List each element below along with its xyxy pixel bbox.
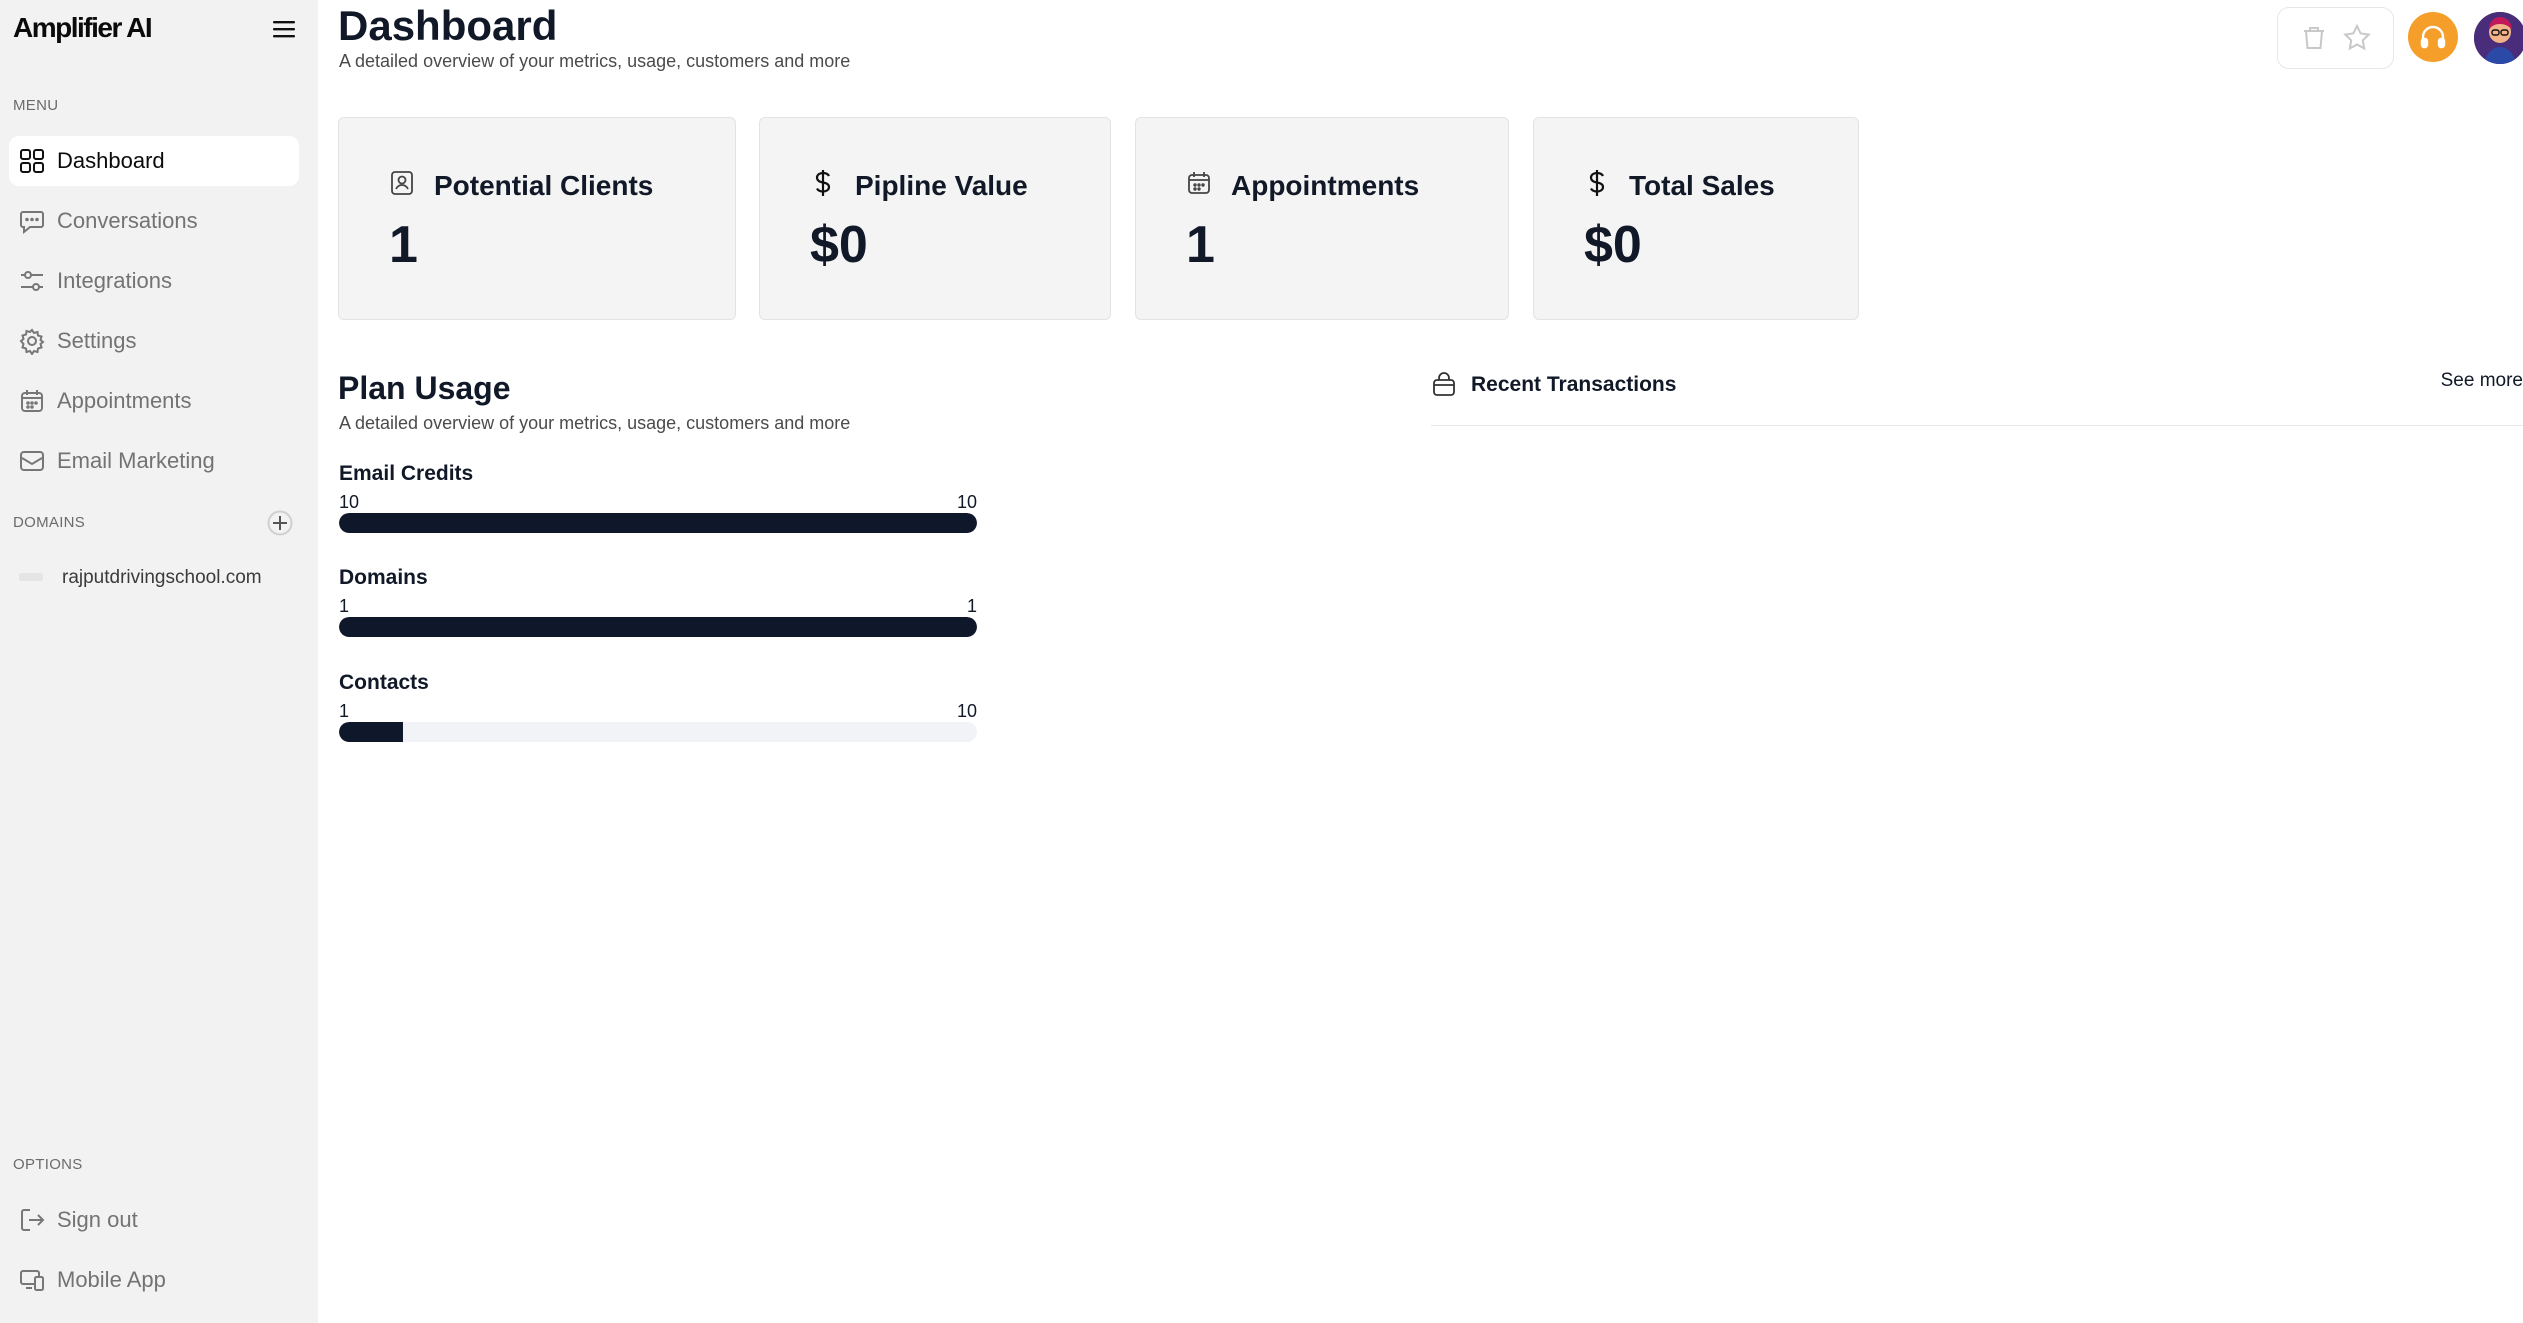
sidebar-item-label: Appointments bbox=[57, 388, 192, 413]
usage-label: Contacts bbox=[339, 671, 429, 694]
domain-favicon-icon bbox=[18, 570, 52, 587]
sliders-icon bbox=[16, 265, 48, 297]
stat-title: Potential Clients bbox=[434, 170, 654, 201]
trash-button[interactable] bbox=[2297, 21, 2331, 55]
stat-card-potential-clients: Potential Clients 1 bbox=[338, 117, 736, 320]
sidebar-item-label: Settings bbox=[57, 328, 137, 353]
plan-usage-title: Plan Usage bbox=[338, 370, 511, 406]
usage-progress-fill bbox=[339, 722, 403, 742]
sidebar: Amplifier AI MENU Dashboard Conversation… bbox=[0, 0, 318, 1323]
sidebar-item-label: Email Marketing bbox=[57, 448, 215, 473]
sidebar-item-settings[interactable]: Settings bbox=[9, 316, 299, 366]
usage-domains: Domains 1 1 bbox=[339, 566, 977, 637]
mail-icon bbox=[16, 445, 48, 477]
mobile-app-label: Mobile App bbox=[57, 1267, 166, 1292]
usage-email-credits: Email Credits 10 10 bbox=[339, 462, 977, 533]
app-logo[interactable]: Amplifier AI bbox=[13, 12, 153, 44]
domain-item[interactable]: rajputdrivingschool.com bbox=[18, 562, 262, 594]
menu-toggle-button[interactable] bbox=[270, 17, 298, 41]
hamburger-icon bbox=[273, 21, 295, 38]
stat-title: Pipline Value bbox=[855, 170, 1028, 201]
stat-value: 1 bbox=[389, 216, 418, 274]
user-badge-icon bbox=[387, 168, 417, 198]
calendar-icon bbox=[16, 385, 48, 417]
plan-usage-subtitle: A detailed overview of your metrics, usa… bbox=[339, 413, 851, 433]
recent-transactions-header: Recent Transactions See more bbox=[1431, 370, 2523, 426]
headphones-icon bbox=[2420, 25, 2446, 49]
sidebar-item-dashboard[interactable]: Dashboard bbox=[9, 136, 299, 186]
usage-progress-fill bbox=[339, 617, 977, 637]
plus-icon bbox=[267, 510, 293, 536]
recent-transactions-title: Recent Transactions bbox=[1471, 373, 1677, 396]
usage-progress-bar bbox=[339, 722, 977, 742]
shopping-bag-icon bbox=[1431, 372, 1457, 398]
usage-limit: 10 bbox=[956, 492, 977, 512]
chat-bubble-icon bbox=[16, 205, 48, 237]
devices-icon bbox=[16, 1264, 48, 1296]
dollar-icon bbox=[808, 168, 838, 198]
sidebar-item-email-marketing[interactable]: Email Marketing bbox=[9, 436, 299, 486]
sign-out-icon bbox=[16, 1204, 48, 1236]
star-button[interactable] bbox=[2340, 21, 2374, 55]
sidebar-item-conversations[interactable]: Conversations bbox=[9, 196, 299, 246]
stat-card-pipeline-value: Pipline Value $0 bbox=[759, 117, 1111, 320]
star-icon bbox=[2343, 23, 2372, 51]
sidebar-item-integrations[interactable]: Integrations bbox=[9, 256, 299, 306]
usage-label: Email Credits bbox=[339, 462, 474, 485]
trash-icon bbox=[2303, 27, 2324, 49]
menu-section-label: MENU bbox=[13, 97, 59, 114]
stat-card-appointments: Appointments 1 bbox=[1135, 117, 1509, 320]
usage-contacts: Contacts 1 10 bbox=[339, 671, 977, 742]
usage-used: 10 bbox=[339, 492, 360, 512]
stat-title: Appointments bbox=[1231, 170, 1420, 201]
page-subtitle: A detailed overview of your metrics, usa… bbox=[339, 51, 851, 71]
sign-out-label: Sign out bbox=[57, 1207, 138, 1232]
user-avatar-icon bbox=[2474, 12, 2523, 64]
options-section-label: OPTIONS bbox=[13, 1156, 83, 1173]
stat-value: $0 bbox=[1584, 216, 1642, 274]
usage-progress-fill bbox=[339, 513, 977, 533]
gear-icon bbox=[16, 325, 48, 357]
usage-label: Domains bbox=[339, 566, 428, 589]
sidebar-item-label: Conversations bbox=[57, 208, 198, 233]
usage-limit: 10 bbox=[956, 701, 977, 721]
usage-limit: 1 bbox=[966, 596, 977, 616]
usage-progress-bar bbox=[339, 617, 977, 637]
add-domain-button[interactable] bbox=[264, 507, 296, 539]
usage-progress-bar bbox=[339, 513, 977, 533]
stat-title: Total Sales bbox=[1629, 170, 1775, 201]
stat-value: $0 bbox=[810, 216, 868, 274]
sidebar-item-label: Integrations bbox=[57, 268, 172, 293]
usage-used: 1 bbox=[339, 701, 350, 721]
usage-used: 1 bbox=[339, 596, 350, 616]
mobile-app-button[interactable]: Mobile App bbox=[9, 1255, 299, 1305]
stat-value: 1 bbox=[1186, 216, 1215, 274]
stat-card-total-sales: Total Sales $0 bbox=[1533, 117, 1859, 320]
avatar[interactable] bbox=[2474, 12, 2523, 64]
dollar-icon bbox=[1582, 168, 1612, 198]
grid-icon bbox=[16, 145, 48, 177]
page-title: Dashboard bbox=[338, 2, 558, 49]
see-more-link[interactable]: See more bbox=[2441, 370, 2523, 392]
header-actions bbox=[2277, 7, 2394, 69]
sidebar-item-appointments[interactable]: Appointments bbox=[9, 376, 299, 426]
sidebar-item-label: Dashboard bbox=[57, 148, 165, 173]
domains-section-label: DOMAINS bbox=[13, 514, 86, 531]
calendar-icon bbox=[1184, 168, 1214, 198]
support-button[interactable] bbox=[2408, 12, 2458, 62]
domain-name: rajputdrivingschool.com bbox=[62, 567, 262, 588]
sign-out-button[interactable]: Sign out bbox=[9, 1195, 299, 1245]
